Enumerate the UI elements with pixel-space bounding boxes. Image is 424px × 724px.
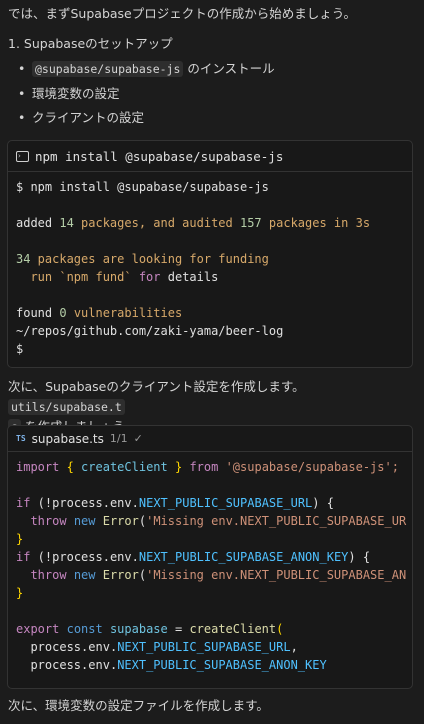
inline-code: @supabase/supabase-js	[32, 61, 184, 77]
code-file-block: TS supabase.ts 1/1 ✓ import { createClie…	[7, 425, 413, 689]
edit-count: 1/1	[109, 432, 128, 445]
intro-text: では、まずSupabaseプロジェクトの作成から始めましょう。	[8, 6, 356, 21]
typescript-icon: TS	[16, 434, 26, 443]
code-line: if (!process.env.NEXT_PUBLIC_SUPABASE_AN…	[16, 550, 371, 564]
terminal-line: found 0 vulnerabilities	[16, 306, 183, 320]
code-line: }	[16, 586, 24, 600]
file-name: supabase.ts	[31, 431, 104, 446]
list-item-text: のインストール	[183, 61, 275, 76]
code-line: import { createClient } from '@supabase/…	[16, 460, 399, 474]
list-item-text: 環境変数の設定	[32, 86, 120, 101]
list-item: 環境変数の設定	[18, 85, 120, 103]
terminal-icon: ›	[16, 150, 29, 162]
code-line: }	[16, 532, 24, 546]
code-line: process.env.NEXT_PUBLIC_SUPABASE_ANON_KE…	[30, 658, 327, 672]
code-line: export const supabase = createClient(	[16, 622, 284, 636]
terminal-prompt: $	[16, 342, 24, 356]
file-header[interactable]: TS supabase.ts 1/1 ✓	[8, 426, 412, 452]
terminal-title: npm install @supabase/supabase-js	[35, 148, 284, 164]
code-line: process.env.NEXT_PUBLIC_SUPABASE_URL,	[30, 640, 298, 654]
check-icon: ✓	[133, 432, 143, 445]
terminal-block: › npm install @supabase/supabase-js $ np…	[7, 140, 413, 368]
list-item: @supabase/supabase-js のインストール	[18, 60, 275, 78]
terminal-output: $ npm install @supabase/supabase-js adde…	[8, 172, 412, 356]
terminal-line: 34 packages are looking for funding	[16, 252, 269, 266]
code-line: if (!process.env.NEXT_PUBLIC_SUPABASE_UR…	[16, 496, 334, 510]
code-content: import { createClient } from '@supabase/…	[8, 452, 412, 672]
terminal-line: added 14 packages, and audited 157 packa…	[16, 216, 371, 230]
step1-title: 1. Supabaseのセットアップ	[8, 36, 173, 51]
paragraph-text: 次に、Supabaseのクライアント設定を作成します。	[8, 379, 305, 394]
terminal-command: $ npm install @supabase/supabase-js	[16, 180, 269, 194]
terminal-path: ~/repos/github.com/zaki-yama/beer-log	[16, 324, 284, 338]
expand-chevron-down-icon[interactable]	[204, 672, 218, 682]
list-item: クライアントの設定	[18, 109, 145, 127]
list-item-text: クライアントの設定	[32, 110, 145, 125]
terminal-header: › npm install @supabase/supabase-js	[8, 141, 412, 172]
code-line: throw new Error('Missing env.NEXT_PUBLIC…	[30, 514, 407, 528]
inline-code: utils/supabase.t	[8, 399, 125, 415]
code-line: throw new Error('Missing env.NEXT_PUBLIC…	[30, 568, 407, 582]
terminal-line: run `npm fund` for details	[16, 270, 219, 284]
paragraph-env-setup: 次に、環境変数の設定ファイルを作成します。	[8, 698, 269, 713]
